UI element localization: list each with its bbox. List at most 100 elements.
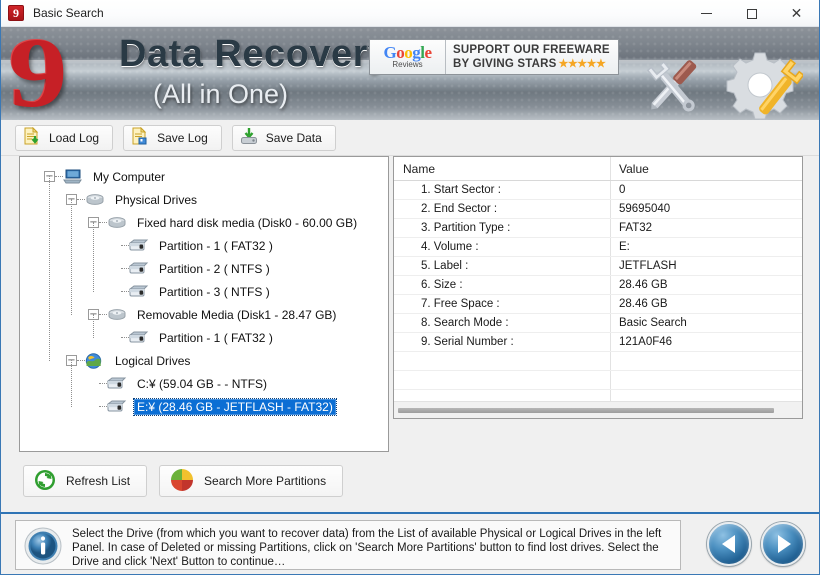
tree-item[interactable]: Partition - 1 ( FAT32 ) bbox=[20, 326, 388, 349]
drive-tree: − My Computer − Physical Drives − Fixed hard … bbox=[20, 157, 388, 418]
search-more-partitions-label: Search More Partitions bbox=[204, 474, 327, 488]
details-hscrollbar-thumb[interactable] bbox=[398, 407, 774, 413]
tree-item[interactable]: Partition - 1 ( FAT32 ) bbox=[20, 234, 388, 257]
tree-item-label: Partition - 3 ( NTFS ) bbox=[159, 284, 270, 299]
details-row[interactable]: 4. Volume : E: bbox=[394, 238, 802, 257]
window-title: Basic Search bbox=[33, 6, 104, 20]
details-row-value bbox=[610, 352, 802, 370]
tree-connector bbox=[77, 199, 85, 200]
next-button[interactable] bbox=[761, 522, 805, 566]
gear-wrench-icon bbox=[725, 51, 805, 120]
window-controls: ✕ bbox=[684, 0, 819, 27]
tree-item-label: Fixed hard disk media (Disk0 - 60.00 GB) bbox=[137, 215, 358, 230]
tree-connector bbox=[93, 222, 94, 292]
refresh-icon bbox=[34, 469, 56, 494]
details-row[interactable]: 1. Start Sector : 0 bbox=[394, 181, 802, 200]
column-header-name: Name bbox=[403, 161, 436, 176]
partition-icon bbox=[129, 285, 151, 298]
tree-connector bbox=[121, 291, 129, 292]
maximize-icon bbox=[746, 8, 757, 19]
save-log-button[interactable]: Save Log bbox=[123, 124, 222, 151]
tree-item[interactable]: Partition - 3 ( NTFS ) bbox=[20, 280, 388, 303]
partition-icon bbox=[107, 400, 129, 413]
tree-item[interactable]: E:¥ (28.46 GB - JETFLASH - FAT32) bbox=[20, 395, 388, 418]
details-hscrollbar[interactable] bbox=[394, 401, 802, 418]
details-row[interactable] bbox=[394, 352, 802, 371]
save-data-label: Save Data bbox=[265, 130, 322, 145]
pie-chart-icon bbox=[170, 468, 194, 495]
load-log-icon bbox=[23, 126, 41, 148]
details-row-name: 6. Size : bbox=[421, 279, 463, 291]
main-area: − My Computer − Physical Drives − Fixed hard … bbox=[1, 156, 819, 506]
details-row-name: 8. Search Mode : bbox=[421, 317, 509, 329]
details-row-name: 9. Serial Number : bbox=[421, 336, 514, 348]
details-row-name: 2. End Sector : bbox=[421, 203, 498, 215]
details-row-value: E: bbox=[610, 238, 802, 256]
details-row-name: 4. Volume : bbox=[421, 241, 479, 253]
app-banner: 9 Data Recovery (All in One) Google Revi… bbox=[1, 27, 819, 120]
details-row[interactable]: 5. Label : JETFLASH bbox=[394, 257, 802, 276]
close-button[interactable]: ✕ bbox=[774, 0, 819, 27]
google-logo: Google Reviews bbox=[370, 40, 446, 74]
status-message: Select the Drive (from which you want to… bbox=[72, 528, 662, 568]
next-arrow-icon bbox=[778, 535, 791, 553]
partition-icon bbox=[129, 239, 151, 252]
load-log-button[interactable]: Load Log bbox=[15, 124, 114, 151]
tree-item[interactable]: − Removable Media (Disk1 - 28.47 GB) bbox=[20, 303, 388, 326]
stars-icon: ★★★★★ bbox=[558, 58, 606, 70]
close-icon: ✕ bbox=[790, 5, 803, 22]
tree-connector bbox=[99, 222, 107, 223]
details-row-name: 1. Start Sector : bbox=[421, 184, 501, 196]
details-row-name: 5. Label : bbox=[421, 260, 469, 272]
save-data-button[interactable]: Save Data bbox=[231, 124, 336, 151]
tree-item[interactable]: Partition - 2 ( NTFS ) bbox=[20, 257, 388, 280]
details-row-value: 28.46 GB bbox=[610, 276, 802, 294]
details-row[interactable]: 9. Serial Number : 121A0F46 bbox=[394, 333, 802, 352]
tree-connector bbox=[121, 268, 129, 269]
app-icon: 9 bbox=[8, 5, 24, 21]
tree-item-label: E:¥ (28.46 GB - JETFLASH - FAT32) bbox=[133, 397, 337, 416]
tree-connector bbox=[99, 383, 107, 384]
google-reviews-label: Reviews bbox=[392, 60, 423, 69]
tree-item[interactable]: − My Computer bbox=[20, 165, 388, 188]
minimize-icon bbox=[701, 13, 712, 14]
details-row-value: FAT32 bbox=[610, 219, 802, 237]
details-row-value: 0 bbox=[610, 181, 802, 199]
maximize-button[interactable] bbox=[729, 0, 774, 27]
tree-connector bbox=[99, 406, 107, 407]
search-more-partitions-button[interactable]: Search More Partitions bbox=[159, 465, 344, 497]
details-row-value: 28.46 GB bbox=[610, 295, 802, 313]
details-row[interactable]: 7. Free Space : 28.46 GB bbox=[394, 295, 802, 314]
details-row[interactable]: 3. Partition Type : FAT32 bbox=[394, 219, 802, 238]
minimize-button[interactable] bbox=[684, 0, 729, 27]
details-header: Name Value bbox=[394, 157, 802, 181]
toolbar: Load Log Save Log Save Data bbox=[1, 120, 819, 156]
drive-tree-panel[interactable]: − My Computer − Physical Drives − Fixed hard … bbox=[19, 156, 389, 452]
tree-connector bbox=[93, 314, 94, 338]
google-reviews-banner[interactable]: Google Reviews SUPPORT OUR FREEWARE BY G… bbox=[369, 39, 619, 75]
details-row[interactable]: 2. End Sector : 59695040 bbox=[394, 200, 802, 219]
google-wordmark: Google bbox=[383, 43, 432, 62]
details-row[interactable] bbox=[394, 371, 802, 390]
tree-item[interactable]: − Logical Drives bbox=[20, 349, 388, 372]
load-log-label: Load Log bbox=[49, 130, 100, 145]
tree-item[interactable]: C:¥ (59.04 GB - - NTFS) bbox=[20, 372, 388, 395]
tree-connector bbox=[71, 360, 72, 407]
brand-subtitle: (All in One) bbox=[153, 79, 289, 109]
title-bar: 9 Basic Search ✕ bbox=[1, 0, 819, 27]
save-data-icon bbox=[240, 127, 258, 148]
details-row[interactable]: 6. Size : 28.46 GB bbox=[394, 276, 802, 295]
drive-icon bbox=[107, 308, 129, 322]
details-row-value bbox=[610, 371, 802, 389]
details-row-value: 59695040 bbox=[610, 200, 802, 218]
brand-title: Data Recovery bbox=[119, 33, 390, 75]
refresh-list-button[interactable]: Refresh List bbox=[23, 465, 148, 497]
details-row[interactable]: 8. Search Mode : Basic Search bbox=[394, 314, 802, 333]
details-row-value: JETFLASH bbox=[610, 257, 802, 275]
partition-icon bbox=[107, 377, 129, 390]
tree-item[interactable]: − Fixed hard disk media (Disk0 - 60.00 GB… bbox=[20, 211, 388, 234]
details-panel: Name Value 1. Start Sector :0 2. End Sect… bbox=[393, 156, 803, 419]
tree-item[interactable]: − Physical Drives bbox=[20, 188, 388, 211]
back-button[interactable] bbox=[707, 522, 751, 566]
column-header-value: Value bbox=[610, 157, 802, 180]
